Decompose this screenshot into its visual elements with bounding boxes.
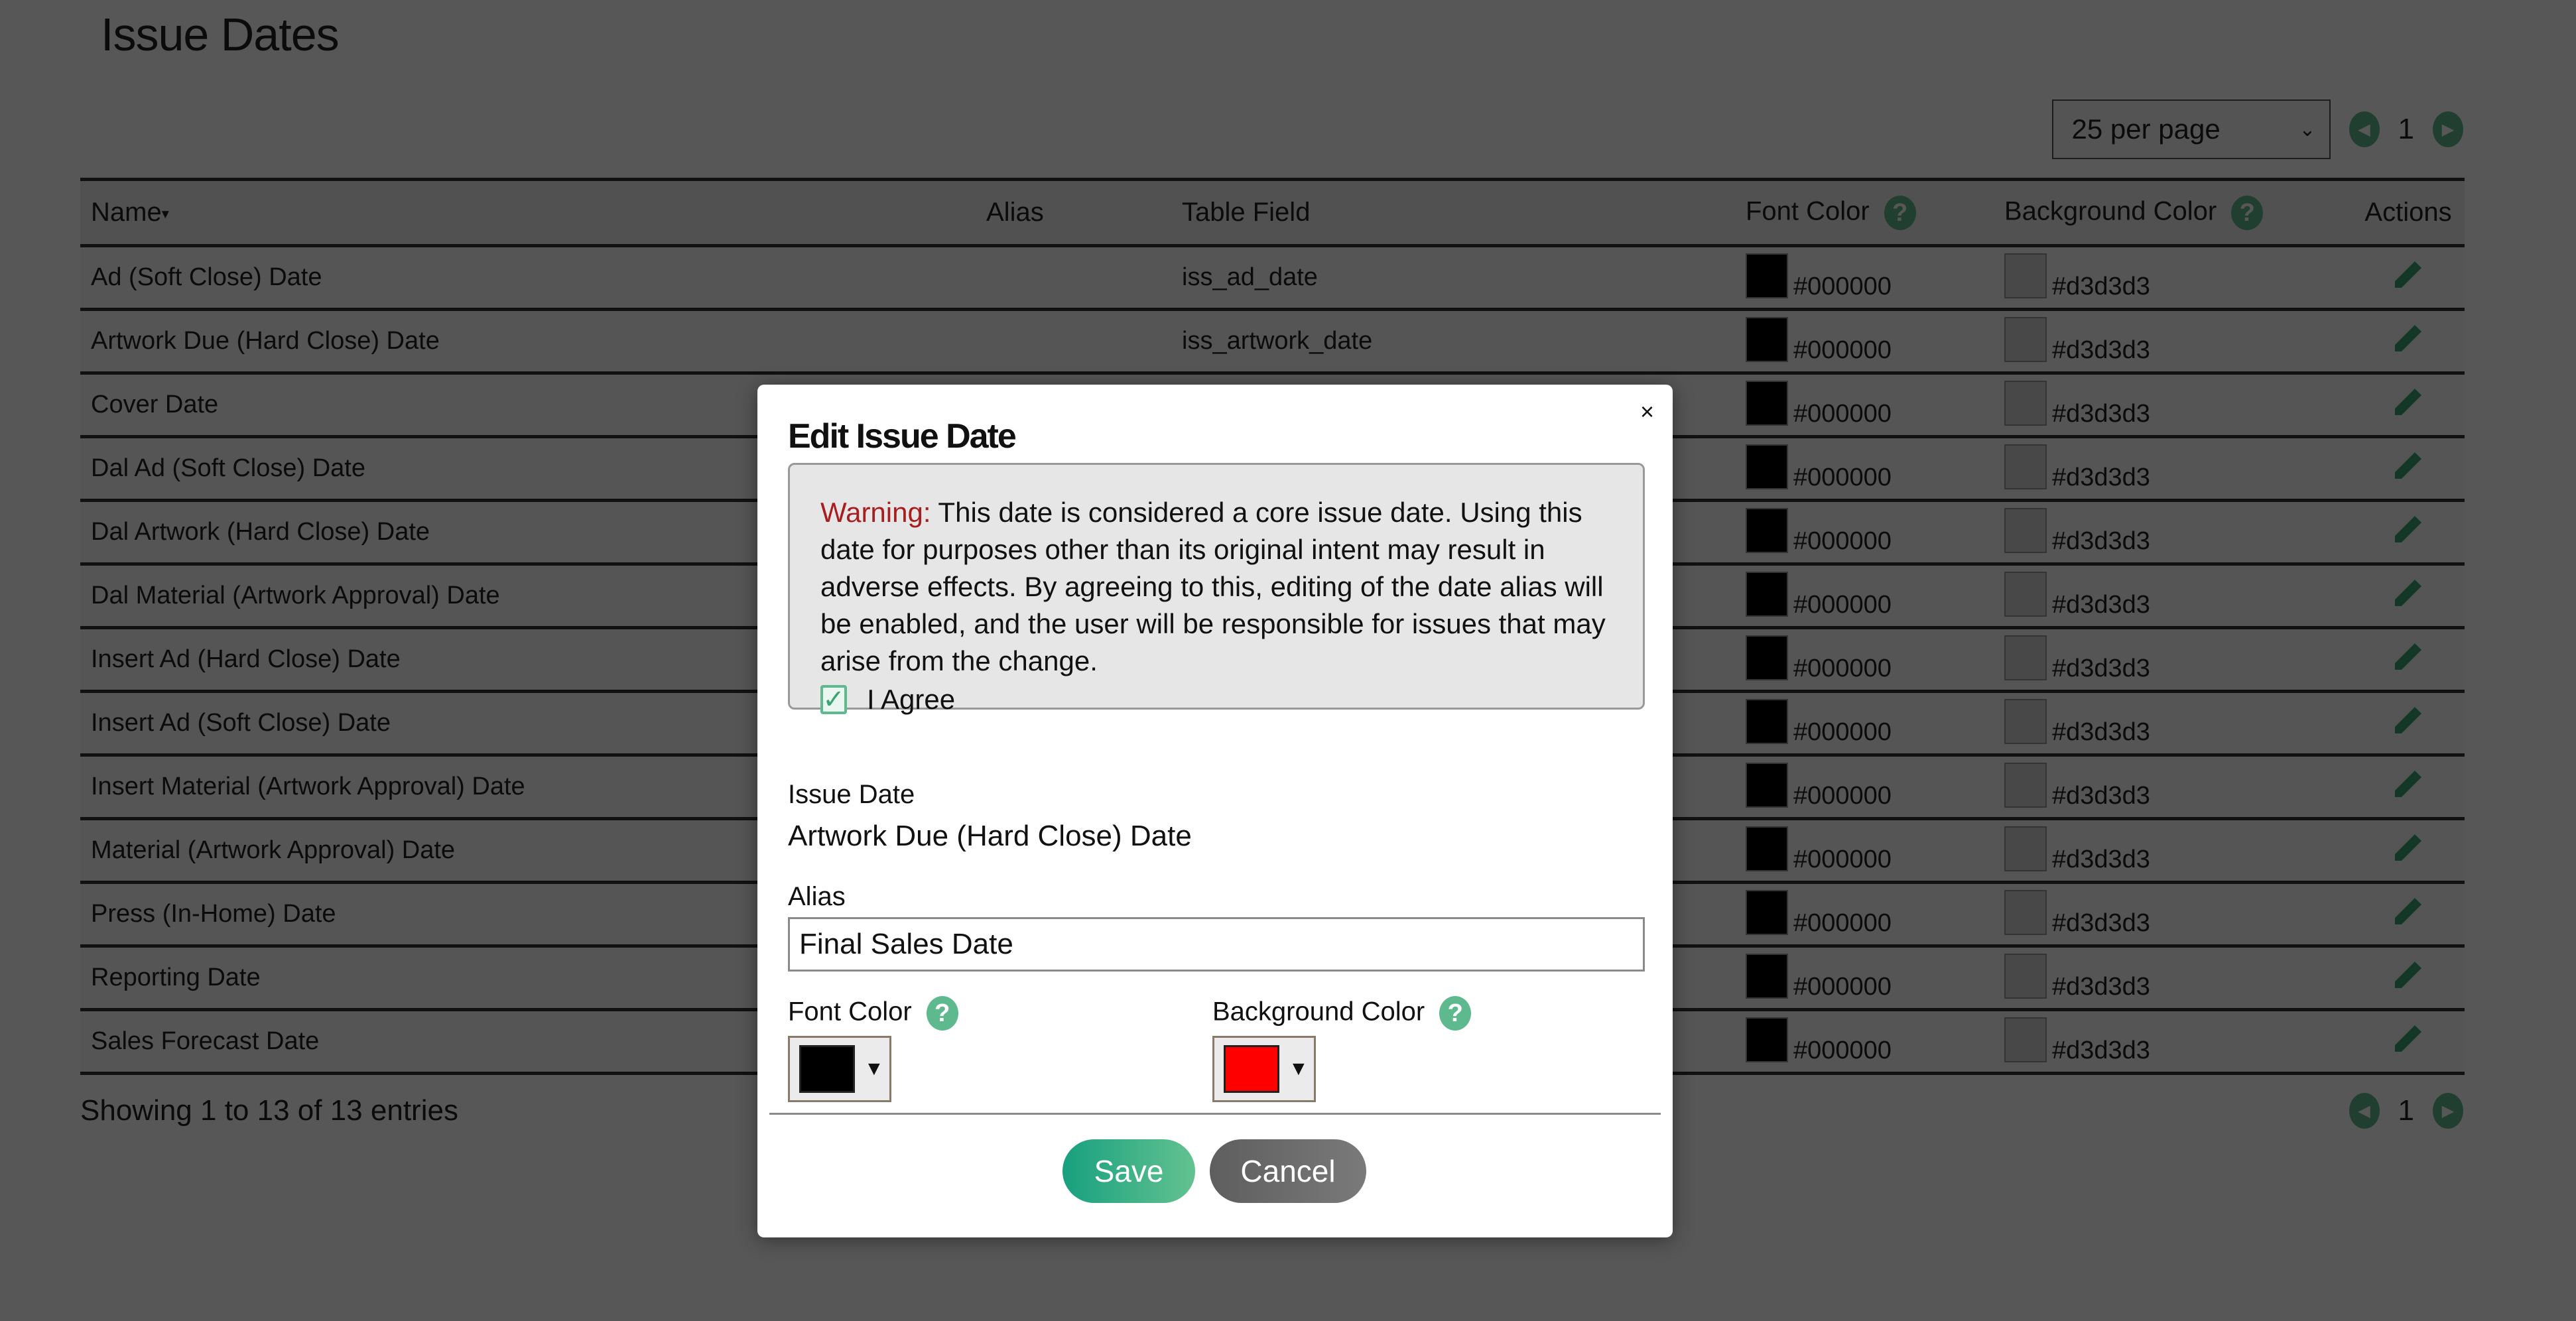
help-icon[interactable]: ? (1439, 996, 1472, 1031)
check-icon: ✓ (822, 685, 845, 714)
agree-label: I Agree (867, 684, 956, 715)
background-color-label-text: Background Color (1212, 997, 1425, 1027)
help-icon[interactable]: ? (926, 996, 958, 1031)
background-color-swatch (1224, 1045, 1279, 1093)
edit-issue-date-modal: × Edit Issue Date Warning: This date is … (757, 385, 1673, 1237)
dropdown-arrow-icon: ▼ (1289, 1058, 1309, 1080)
issue-date-label: Issue Date (788, 780, 915, 809)
warning-message: Warning: This date is considered a core … (820, 494, 1612, 680)
cancel-button[interactable]: Cancel (1210, 1139, 1366, 1203)
font-color-label: Font Color? (788, 996, 958, 1031)
agree-checkbox-row[interactable]: ✓ I Agree (820, 681, 1612, 718)
font-color-label-text: Font Color (788, 997, 912, 1027)
warning-label: Warning: (820, 497, 931, 528)
issue-date-value: Artwork Due (Hard Close) Date (788, 820, 1192, 852)
dropdown-arrow-icon: ▼ (864, 1058, 884, 1080)
modal-divider (769, 1113, 1661, 1115)
save-button[interactable]: Save (1063, 1139, 1195, 1203)
agree-checkbox[interactable]: ✓ (820, 685, 847, 714)
font-color-swatch (799, 1045, 855, 1093)
background-color-label: Background Color? (1212, 996, 1472, 1031)
modal-title: Edit Issue Date (788, 417, 1017, 456)
alias-label: Alias (788, 882, 846, 911)
close-icon[interactable]: × (1640, 398, 1654, 426)
font-color-picker[interactable]: ▼ (788, 1036, 891, 1102)
warning-text: This date is considered a core issue dat… (820, 497, 1606, 676)
background-color-picker[interactable]: ▼ (1212, 1036, 1316, 1102)
warning-box: Warning: This date is considered a core … (788, 463, 1645, 715)
alias-input[interactable] (788, 917, 1645, 972)
